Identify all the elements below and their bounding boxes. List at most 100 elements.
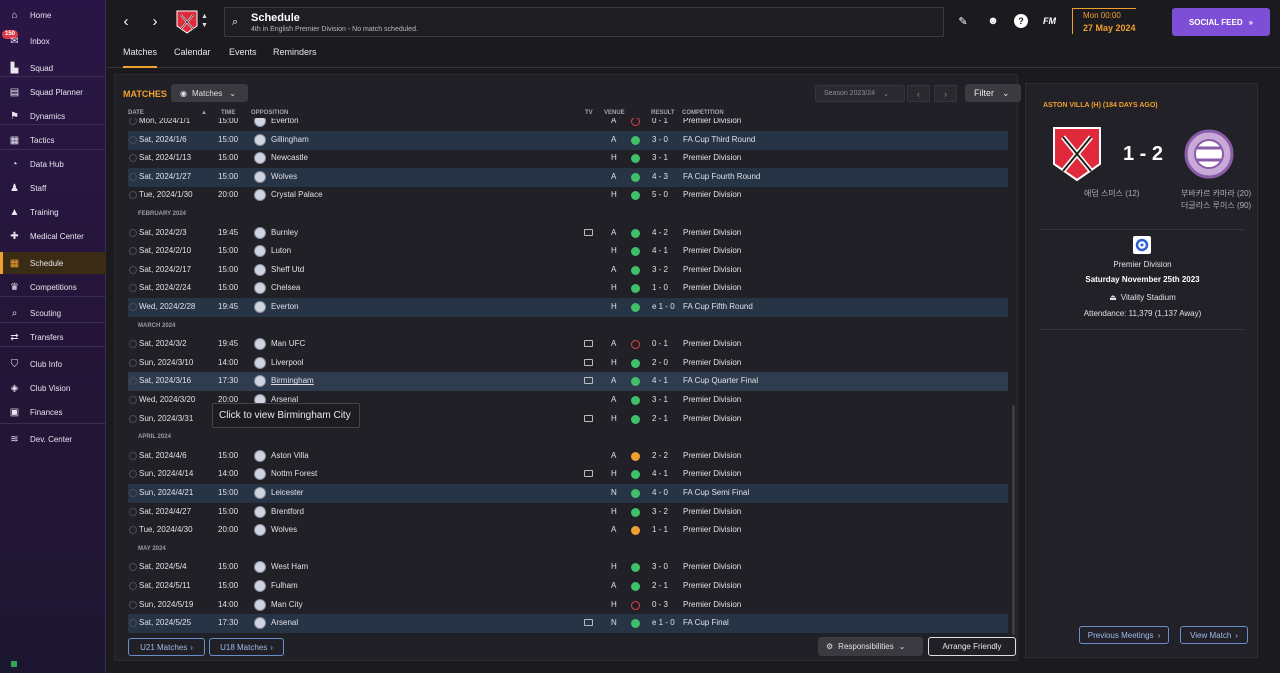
opponent-name[interactable]: Brentford xyxy=(271,507,304,516)
match-row[interactable]: Sat, 2024/2/24 15:00 Chelsea H 1 - 0 Premier … xyxy=(128,279,1008,298)
competition-name[interactable]: FA Cup Quarter Final xyxy=(683,376,758,385)
opponent-name[interactable]: Aston Villa xyxy=(271,451,309,460)
sidebar-item-inbox[interactable]: ✉ Inbox xyxy=(0,30,106,52)
row-select-icon[interactable] xyxy=(129,470,137,479)
competition-logo-icon[interactable] xyxy=(1133,236,1151,254)
help-icon[interactable]: ? xyxy=(1014,14,1028,28)
match-result[interactable]: 3 - 0 xyxy=(652,135,668,144)
match-result[interactable]: 3 - 2 xyxy=(652,507,668,516)
sidebar-item-dev-center[interactable]: ≋ Dev. Center xyxy=(0,428,106,450)
sidebar-item-transfers[interactable]: ⇄ Transfers xyxy=(0,326,106,348)
opponent-badge-icon[interactable] xyxy=(254,524,266,537)
match-row[interactable]: Sun, 2024/4/21 15:00 Leicester N 4 - 0 FA Cup… xyxy=(128,484,1008,503)
sidebar-item-medical-center[interactable]: ✚ Medical Center xyxy=(0,225,106,247)
col-date[interactable]: DATE xyxy=(128,110,144,116)
sidebar-item-club-info[interactable]: ⛉ Club Info xyxy=(0,353,106,375)
previous-meetings-button[interactable]: Previous Meetings › xyxy=(1079,626,1169,644)
row-select-icon[interactable] xyxy=(129,172,137,181)
opponent-name[interactable]: Nottm Forest xyxy=(271,469,317,478)
u18-matches-button[interactable]: U18 Matches › xyxy=(209,638,284,656)
competition-name[interactable]: Premier Division xyxy=(683,581,741,590)
opponent-name[interactable]: Man City xyxy=(271,600,303,609)
sidebar-item-home[interactable]: ⌂ Home xyxy=(0,4,106,26)
view-dropdown[interactable]: ◉ Matches ⌄ xyxy=(171,84,248,102)
u21-matches-button[interactable]: U21 Matches › xyxy=(128,638,205,656)
search-icon[interactable]: ⌕ xyxy=(232,16,238,29)
competition-name[interactable]: Premier Division xyxy=(683,153,741,162)
away-crest-icon[interactable] xyxy=(1184,126,1234,182)
sort-arrow-icon[interactable]: ▲ xyxy=(201,110,207,116)
opponent-name[interactable]: Gillingham xyxy=(271,135,309,144)
match-result[interactable]: 0 - 1 xyxy=(652,118,668,125)
match-row[interactable]: Sat, 2024/5/11 15:00 Fulham A 2 - 1 Premier D… xyxy=(128,577,1008,596)
opponent-badge-icon[interactable] xyxy=(254,375,266,388)
competition-name[interactable]: Premier Division xyxy=(683,451,741,460)
match-row[interactable]: Sat, 2024/5/4 15:00 West Ham H 3 - 0 Premier … xyxy=(128,558,1008,577)
back-arrow-icon[interactable]: ‹ xyxy=(116,10,136,32)
competition-name[interactable]: Premier Division xyxy=(683,339,741,348)
arrange-friendly-button[interactable]: Arrange Friendly xyxy=(928,637,1016,656)
row-select-icon[interactable] xyxy=(129,303,137,311)
match-result[interactable]: 5 - 0 xyxy=(652,190,668,199)
opponent-badge-icon[interactable] xyxy=(254,449,266,462)
col-venue[interactable]: VENUE xyxy=(604,110,625,116)
row-select-icon[interactable] xyxy=(129,265,137,274)
col-time[interactable]: TIME xyxy=(221,110,235,116)
match-result[interactable]: e 1 - 0 xyxy=(652,302,675,311)
competition-name[interactable]: Premier Division xyxy=(683,265,741,274)
opponent-name[interactable]: Wolves xyxy=(271,525,297,534)
match-result[interactable]: 3 - 1 xyxy=(652,153,668,162)
competition-name[interactable]: FA Cup Third Round xyxy=(683,135,755,144)
opponent-name[interactable]: West Ham xyxy=(271,562,308,571)
col-result[interactable]: RESULT xyxy=(651,110,675,116)
competition-name[interactable]: FA Cup Final xyxy=(683,618,729,627)
match-row[interactable]: Sat, 2024/2/3 19:45 Burnley A 4 - 2 Premier D… xyxy=(128,224,1008,243)
match-row[interactable]: Sun, 2024/5/19 14:00 Man City H 0 - 3 Premier… xyxy=(128,596,1008,615)
match-row[interactable]: Sat, 2024/1/27 15:00 Wolves A 4 - 3 FA Cup Fo… xyxy=(128,167,1008,187)
match-row[interactable]: Sat, 2024/5/25 17:30 Arsenal Ne 1 - 0 FA Cup… xyxy=(128,614,1008,634)
opponent-name[interactable]: Everton xyxy=(271,118,299,125)
opponent-badge-icon[interactable] xyxy=(254,580,266,592)
tab-matches[interactable]: Matches xyxy=(123,47,158,68)
sidebar-item-staff[interactable]: ♟ Staff xyxy=(0,177,106,199)
opponent-badge-icon[interactable] xyxy=(254,226,266,239)
sidebar-item-tactics[interactable]: ▦ Tactics xyxy=(0,129,106,151)
fm-logo[interactable]: FM xyxy=(1043,16,1056,26)
opponent-badge-icon[interactable] xyxy=(254,263,266,276)
row-select-icon[interactable] xyxy=(129,619,137,628)
match-result[interactable]: 4 - 3 xyxy=(652,172,668,181)
next-page-icon[interactable]: › xyxy=(934,85,957,102)
forward-arrow-icon[interactable]: › xyxy=(145,10,165,32)
opponent-badge-icon[interactable] xyxy=(254,487,266,499)
row-select-icon[interactable] xyxy=(129,526,137,535)
match-result[interactable]: 4 - 1 xyxy=(652,246,668,255)
row-select-icon[interactable] xyxy=(129,451,137,460)
match-result[interactable]: e 1 - 0 xyxy=(652,618,675,627)
competition-name[interactable]: FA Cup Fifth Round xyxy=(683,302,753,311)
opponent-name[interactable]: Newcastle xyxy=(271,153,308,162)
edit-icon[interactable]: ✎ xyxy=(956,14,970,28)
match-result[interactable]: 2 - 1 xyxy=(652,581,668,590)
tab-events[interactable]: Events xyxy=(229,47,257,68)
competition-name[interactable]: Premier Division xyxy=(683,283,741,292)
match-result[interactable]: 2 - 1 xyxy=(652,414,668,423)
competition-name[interactable]: Premier Division xyxy=(683,562,741,571)
club-switch-chevron-icon[interactable]: ▲ ▼ xyxy=(201,12,208,30)
match-result[interactable]: 3 - 0 xyxy=(652,562,668,571)
sidebar-item-competitions[interactable]: ♛ Competitions xyxy=(0,276,106,298)
home-crest-icon[interactable] xyxy=(1052,126,1102,182)
opponent-badge-icon[interactable] xyxy=(254,505,266,518)
match-row[interactable]: Sat, 2024/2/17 15:00 Sheff Utd A 3 - 2 Premie… xyxy=(128,261,1008,280)
manager-icon[interactable]: ☻ xyxy=(986,14,1000,28)
opponent-badge-icon[interactable] xyxy=(254,561,266,574)
row-select-icon[interactable] xyxy=(129,154,137,163)
opponent-name[interactable]: Fulham xyxy=(271,581,298,590)
sidebar-item-club-vision[interactable]: ◈ Club Vision xyxy=(0,377,106,399)
competition-name[interactable]: Premier Division xyxy=(683,118,741,125)
row-select-icon[interactable] xyxy=(129,414,137,423)
competition-name[interactable]: FA Cup Fourth Round xyxy=(683,172,760,181)
sidebar-item-data-hub[interactable]: ◔ Data Hub xyxy=(0,153,106,175)
match-row[interactable]: Sat, 2024/2/10 15:00 Luton H 4 - 1 Premier Di… xyxy=(128,242,1008,261)
sidebar-item-finances[interactable]: ▣ Finances xyxy=(0,401,106,423)
opponent-badge-icon[interactable] xyxy=(254,189,266,202)
